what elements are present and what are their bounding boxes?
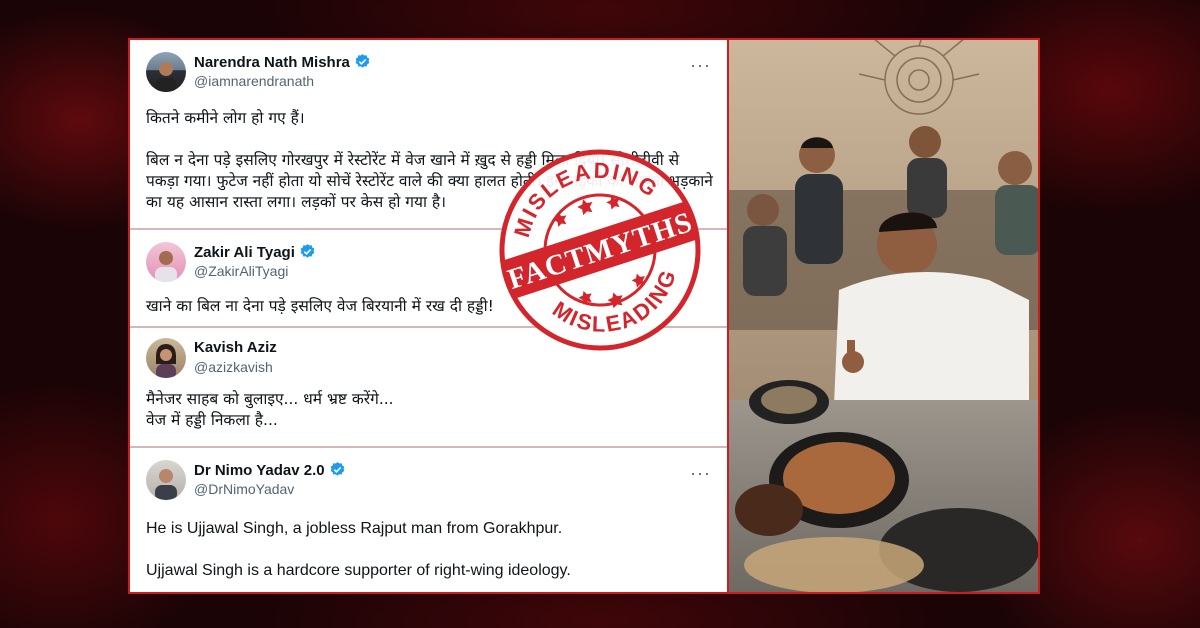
- author-name[interactable]: Dr Nimo Yadav 2.0: [194, 461, 346, 479]
- author-name-text: Narendra Nath Mishra: [194, 54, 350, 71]
- avatar[interactable]: [146, 338, 186, 378]
- author-name-text: Dr Nimo Yadav 2.0: [194, 462, 325, 479]
- author-name-text: Zakir Ali Tyagi: [194, 244, 295, 261]
- verified-badge-icon: [355, 54, 370, 68]
- avatar[interactable]: [146, 460, 186, 500]
- misleading-stamp: MISLEADING MISLEADING FACTMYTHS: [494, 137, 706, 356]
- author-name[interactable]: Zakir Ali Tyagi: [194, 243, 316, 261]
- author-name[interactable]: Kavish Aziz: [194, 339, 277, 356]
- tweet-card[interactable]: Dr Nimo Yadav 2.0 @DrNimoYadav ··· He is…: [130, 448, 727, 592]
- author-handle[interactable]: @ZakirAliTyagi: [194, 263, 288, 279]
- author-handle[interactable]: @DrNimoYadav: [194, 481, 294, 497]
- verified-badge-icon: [330, 462, 344, 476]
- avatar[interactable]: [146, 242, 186, 282]
- more-options-icon[interactable]: ···: [690, 56, 711, 74]
- tweet-text: He is Ujjawal Singh, a jobless Rajput ma…: [146, 520, 571, 579]
- avatar[interactable]: [146, 52, 186, 92]
- author-name[interactable]: Narendra Nath Mishra: [194, 53, 371, 71]
- verified-badge-icon: [300, 244, 315, 258]
- author-handle[interactable]: @azizkavish: [194, 359, 273, 375]
- author-name-text: Kavish Aziz: [194, 339, 277, 356]
- tweet-text: मैनेजर साहब को बुलाइए... धर्म भ्रष्ट करे…: [146, 390, 394, 429]
- author-handle[interactable]: @iamnarendranath: [194, 73, 314, 89]
- restaurant-photo: [727, 40, 1038, 592]
- more-options-icon[interactable]: ···: [690, 464, 711, 482]
